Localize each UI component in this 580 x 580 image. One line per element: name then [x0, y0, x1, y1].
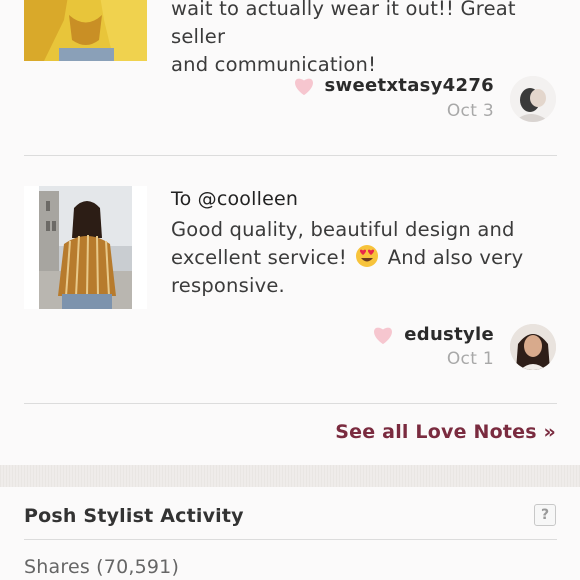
- love-note-line: excellent service! And also very: [171, 245, 524, 269]
- avatar[interactable]: [510, 76, 556, 122]
- avatar[interactable]: [510, 324, 556, 370]
- divider: [24, 403, 557, 404]
- author-username[interactable]: sweetxtasy4276: [325, 75, 494, 96]
- love-note-recipient: To @coolleen: [171, 188, 299, 210]
- love-note: wait to actually wear it out!! Great sel…: [0, 0, 580, 155]
- section-title: Posh Stylist Activity: [24, 505, 244, 527]
- section-separator: [0, 465, 580, 487]
- yellow-top-image: [24, 0, 147, 61]
- author-row: edustyle: [372, 324, 494, 345]
- love-note-text: Good quality, beautiful design and excel…: [171, 216, 561, 300]
- product-thumbnail[interactable]: [24, 186, 147, 309]
- note-date: Oct 3: [446, 101, 494, 121]
- divider: [24, 539, 557, 540]
- love-note-line: Good quality, beautiful design and: [171, 218, 515, 241]
- shares-count[interactable]: Shares (70,591): [24, 556, 179, 578]
- heart-icon: [294, 78, 313, 95]
- striped-blouse-image: [24, 186, 147, 309]
- author-username[interactable]: edustyle: [404, 324, 494, 345]
- love-note-line: wait to actually wear it out!! Great sel…: [171, 0, 516, 48]
- heart-icon: [374, 327, 393, 344]
- help-icon[interactable]: ?: [534, 504, 556, 526]
- avatar-image: [510, 324, 556, 370]
- love-note-line: responsive.: [171, 274, 285, 297]
- heart-eyes-emoji-icon: [356, 245, 379, 267]
- see-all-love-notes-link[interactable]: See all Love Notes »: [335, 421, 556, 443]
- note-date: Oct 1: [446, 349, 494, 369]
- love-notes-card: wait to actually wear it out!! Great sel…: [0, 0, 580, 465]
- love-note: To @coolleen Good quality, beautiful des…: [0, 155, 580, 403]
- product-thumbnail[interactable]: [24, 0, 147, 61]
- posh-stylist-activity-section: Posh Stylist Activity ? Shares (70,591): [0, 487, 580, 580]
- avatar-image: [510, 76, 556, 122]
- author-row: sweetxtasy4276: [293, 75, 494, 96]
- love-note-text: wait to actually wear it out!! Great sel…: [171, 0, 561, 79]
